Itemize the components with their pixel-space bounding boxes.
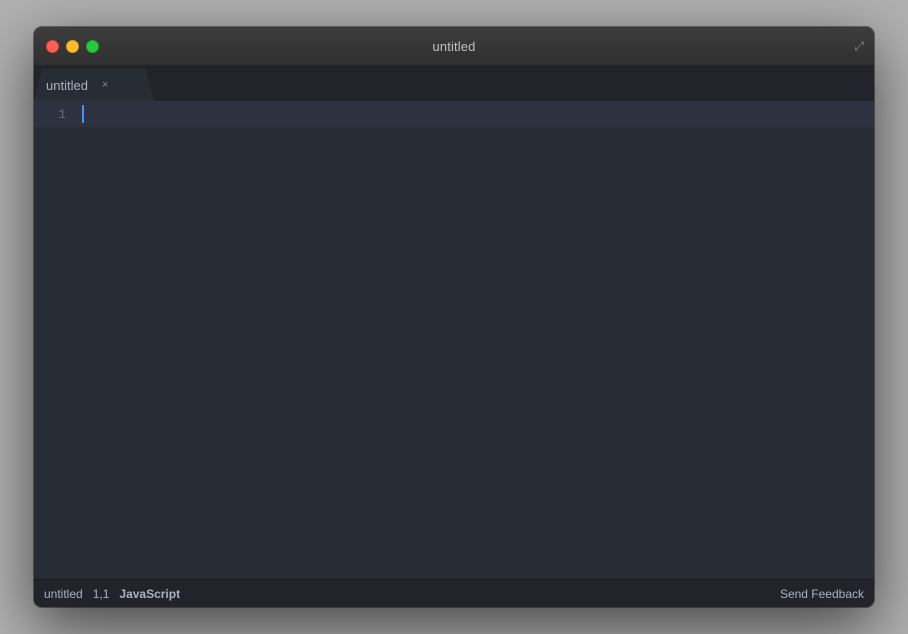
text-cursor <box>82 105 84 123</box>
window-title: untitled <box>433 39 476 54</box>
app-window: untitled ⤢ untitled × 1 untitled 1,1 <box>34 27 874 607</box>
tab-untitled[interactable]: untitled × <box>34 69 154 101</box>
status-filename: untitled <box>44 587 83 601</box>
status-language[interactable]: JavaScript <box>119 587 180 601</box>
status-position: 1,1 <box>93 587 110 601</box>
titlebar: untitled ⤢ <box>34 27 874 65</box>
line-number-1: 1 <box>58 107 66 122</box>
line-number-row-1: 1 <box>34 101 76 127</box>
tab-close-button[interactable]: × <box>102 79 108 91</box>
maximize-button[interactable] <box>86 40 99 53</box>
minimize-button[interactable] <box>66 40 79 53</box>
close-button[interactable] <box>46 40 59 53</box>
line-gutter: 1 <box>34 101 76 579</box>
tabbar: untitled × <box>34 65 874 101</box>
cursor-line <box>76 101 874 127</box>
editor-container: 1 <box>34 101 874 579</box>
statusbar: untitled 1,1 JavaScript Send Feedback <box>34 579 874 607</box>
fullscreen-icon[interactable]: ⤢ <box>854 39 864 54</box>
status-left: untitled 1,1 JavaScript <box>44 587 180 601</box>
editor-area[interactable] <box>76 101 874 579</box>
current-line-highlight <box>76 101 874 127</box>
tab-label: untitled <box>46 78 88 93</box>
traffic-lights <box>46 40 99 53</box>
send-feedback-button[interactable]: Send Feedback <box>780 587 864 601</box>
